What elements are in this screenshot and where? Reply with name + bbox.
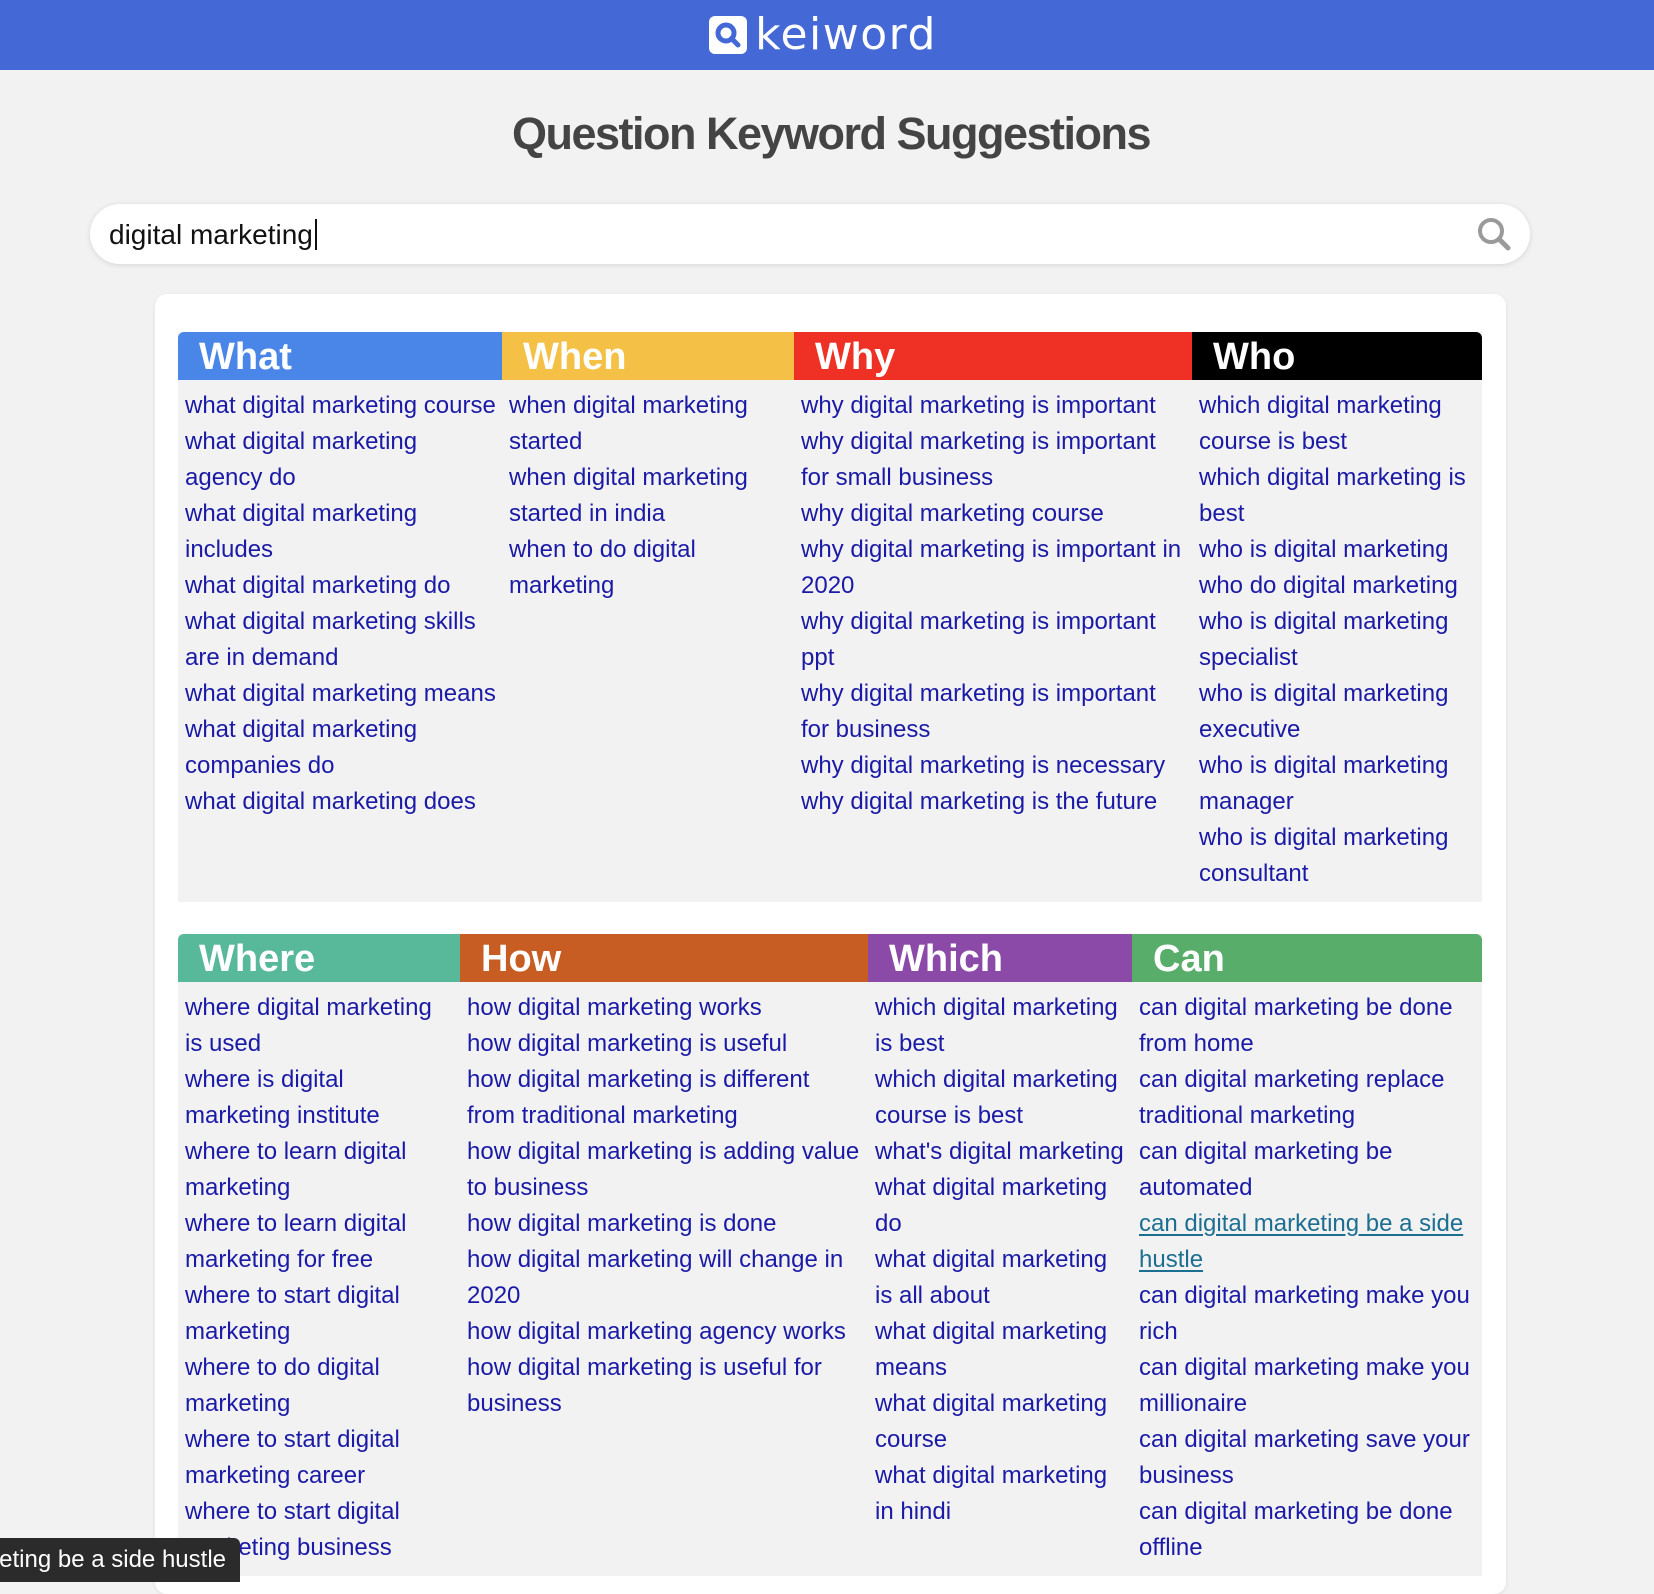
keyword-link[interactable]: which digital marketing is best — [875, 990, 1126, 1062]
keyword-link[interactable]: what digital marketing includes — [185, 496, 496, 568]
keyword-link[interactable]: what digital marketing does — [185, 784, 496, 820]
keyword-group: Where where digital marketing is used wher… — [178, 934, 1482, 1576]
tooltip-text: can digital marketing be a side hustle — [0, 1546, 226, 1573]
column-header-where: Where — [178, 934, 460, 982]
keyword-link[interactable]: where to learn digital marketing for fre… — [185, 1206, 454, 1278]
keyword-link[interactable]: what digital marketing means — [185, 676, 496, 712]
keyword-link[interactable]: can digital marketing make you rich — [1139, 1278, 1476, 1350]
keyword-link[interactable]: can digital marketing be done offline — [1139, 1494, 1476, 1566]
link-tooltip: can digital marketing be a side hustle — [0, 1538, 240, 1582]
keyword-link[interactable]: what digital marketing skills are in dem… — [185, 604, 496, 676]
column-why: Why why digital marketing is important why… — [794, 332, 1192, 902]
keyword-link[interactable]: what digital marketing means — [875, 1314, 1126, 1386]
keyword-link[interactable]: how digital marketing is different from … — [467, 1062, 862, 1134]
keyword-link[interactable]: what digital marketing do — [185, 568, 496, 604]
column-which: Which which digital marketing is best whic… — [868, 934, 1132, 1576]
column-how: How how digital marketing works how digita… — [460, 934, 868, 1576]
keyword-link[interactable]: why digital marketing is important — [801, 388, 1186, 424]
column-header-which: Which — [868, 934, 1132, 982]
keyword-link[interactable]: where is digital marketing institute — [185, 1062, 454, 1134]
column-what: What what digital marketing course what di… — [178, 332, 502, 902]
keyword-link[interactable]: where to learn digital marketing — [185, 1134, 454, 1206]
keyword-list: which digital marketing course is best wh… — [1192, 380, 1482, 902]
keyword-list: when digital marketing started when digit… — [502, 380, 794, 614]
search-input-value[interactable]: digital marketing — [109, 219, 317, 250]
keyword-link[interactable]: can digital marketing make you millionai… — [1139, 1350, 1476, 1422]
keyword-link[interactable]: how digital marketing agency works — [467, 1314, 862, 1350]
keyword-link[interactable]: who is digital marketing executive — [1199, 676, 1476, 748]
keyword-link[interactable]: where to start digital marketing career — [185, 1422, 454, 1494]
keyword-list: how digital marketing works how digital m… — [460, 982, 868, 1432]
keyword-group: What what digital marketing course what di… — [178, 332, 1482, 902]
keyword-link[interactable]: can digital marketing be automated — [1139, 1134, 1476, 1206]
keyword-link[interactable]: who is digital marketing — [1199, 532, 1476, 568]
keyword-link[interactable]: what digital marketing agency do — [185, 424, 496, 496]
keyword-link[interactable]: how digital marketing is useful for busi… — [467, 1350, 862, 1422]
keyword-link[interactable]: where digital marketing is used — [185, 990, 454, 1062]
keyword-link[interactable]: why digital marketing is important for s… — [801, 424, 1186, 496]
keyword-link[interactable]: what's digital marketing — [875, 1134, 1126, 1170]
keyword-link[interactable]: who is digital marketing consultant — [1199, 820, 1476, 892]
keyword-link[interactable]: who is digital marketing specialist — [1199, 604, 1476, 676]
keyword-link[interactable]: how digital marketing is done — [467, 1206, 862, 1242]
column-where: Where where digital marketing is used wher… — [178, 934, 460, 1576]
keyword-link[interactable]: which digital marketing course is best — [875, 1062, 1126, 1134]
column-header-can: Can — [1132, 934, 1482, 982]
keyword-link[interactable]: when digital marketing started in india — [509, 460, 788, 532]
keyword-link[interactable]: which digital marketing course is best — [1199, 388, 1476, 460]
top-bar: keiword — [0, 0, 1654, 70]
column-header-when: When — [502, 332, 794, 380]
keyword-link[interactable]: how digital marketing is adding value to… — [467, 1134, 862, 1206]
keyword-link[interactable]: why digital marketing is necessary — [801, 748, 1186, 784]
brand-name: keiword — [755, 9, 937, 60]
keyword-link[interactable]: why digital marketing is important in 20… — [801, 532, 1186, 604]
column-can: Can can digital marketing be done from ho… — [1132, 934, 1482, 1576]
brand-logo[interactable]: keiword — [709, 13, 937, 57]
keyword-link[interactable]: can digital marketing be done from home — [1139, 990, 1476, 1062]
search-icon — [709, 16, 748, 54]
keyword-link[interactable]: what digital marketing in hindi — [875, 1458, 1126, 1530]
keyword-list: why digital marketing is important why di… — [794, 380, 1192, 830]
column-header-who: Who — [1192, 332, 1482, 380]
keyword-link[interactable]: can digital marketing save your business — [1139, 1422, 1476, 1494]
page-title: Question Keyword Suggestions — [511, 108, 1152, 159]
keyword-link[interactable]: how digital marketing will change in 202… — [467, 1242, 862, 1314]
keyword-link[interactable]: who do digital marketing — [1199, 568, 1476, 604]
keyword-link[interactable]: what digital marketing course — [185, 388, 496, 424]
column-header-how: How — [460, 934, 868, 982]
search-icon — [1478, 218, 1511, 251]
search-input[interactable]: digital marketing — [90, 204, 1530, 264]
keyword-link[interactable]: why digital marketing is the future — [801, 784, 1186, 820]
keyword-link[interactable]: how digital marketing is useful — [467, 1026, 862, 1062]
column-header-why: Why — [794, 332, 1192, 380]
keyword-link[interactable]: which digital marketing is best — [1199, 460, 1476, 532]
keyword-list: which digital marketing is best which dig… — [868, 982, 1132, 1540]
keyword-link[interactable]: can digital marketing replace traditiona… — [1139, 1062, 1476, 1134]
keyword-link[interactable]: what digital marketing course — [875, 1386, 1126, 1458]
keyword-link[interactable]: when digital marketing started — [509, 388, 788, 460]
column-who: Who which digital marketing course is bes… — [1192, 332, 1482, 902]
keyword-link[interactable]: who is digital marketing manager — [1199, 748, 1476, 820]
keyword-link[interactable]: where to start digital marketing — [185, 1278, 454, 1350]
keyword-link[interactable]: why digital marketing course — [801, 496, 1186, 532]
keyword-link[interactable]: what digital marketing do — [875, 1170, 1126, 1242]
keyword-link[interactable]: when to do digital marketing — [509, 532, 788, 604]
keyword-link[interactable]: what digital marketing is all about — [875, 1242, 1126, 1314]
keyword-list: what digital marketing course what digita… — [178, 380, 502, 830]
keyword-link[interactable]: where to do digital marketing — [185, 1350, 454, 1422]
column-when: When when digital marketing started when d… — [502, 332, 794, 902]
keyword-list: where digital marketing is used where is … — [178, 982, 460, 1576]
keyword-link[interactable]: can digital marketing be a side hustle — [1139, 1206, 1476, 1278]
search-button[interactable] — [1476, 216, 1512, 252]
keyword-link[interactable]: why digital marketing is important ppt — [801, 604, 1186, 676]
keyword-link[interactable]: what digital marketing companies do — [185, 712, 496, 784]
keyword-link[interactable]: how digital marketing works — [467, 990, 862, 1026]
column-header-what: What — [178, 332, 502, 380]
keyword-link[interactable]: why digital marketing is important for b… — [801, 676, 1186, 748]
keyword-list: can digital marketing be done from home c… — [1132, 982, 1482, 1576]
